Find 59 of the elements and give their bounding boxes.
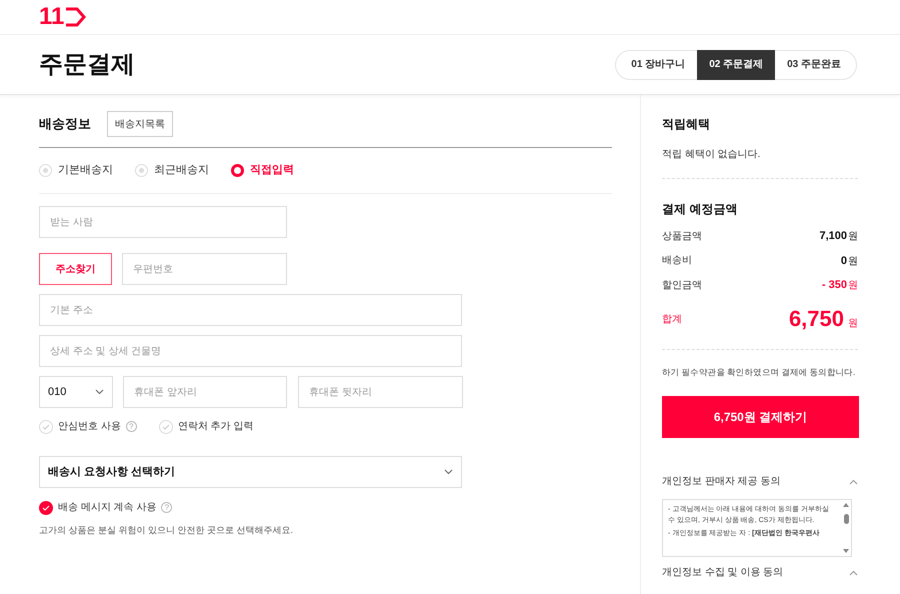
terms-title: 개인정보 판매자 제공 동의 [662, 475, 780, 490]
currency-unit: 원 [848, 279, 858, 293]
delivery-request-select[interactable]: 배송시 요청사항 선택하기 [39, 456, 462, 488]
check-icon [162, 424, 170, 430]
address-option[interactable]: 직접입력 [231, 162, 294, 179]
scrollbar[interactable] [843, 502, 849, 554]
check-icon [42, 504, 50, 510]
step-label: 01 장바구니 [630, 58, 686, 72]
benefit-text: 적립 혜택이 없습니다. [662, 147, 858, 179]
section-title: 결제 예정금액 [662, 201, 738, 218]
postcode-field[interactable]: 우편번호 [122, 253, 287, 285]
amount-label: 할인금액 [662, 278, 702, 293]
logo[interactable]: 11 [39, 5, 86, 29]
address-list-button[interactable]: 배송지목록 [107, 111, 173, 137]
amount-label: 상품금액 [662, 230, 702, 244]
amount-label: 배송비 [662, 254, 692, 268]
agreement-text: 하기 필수약관을 확인하였으며 결제에 동의합니다. [662, 366, 856, 378]
address-option[interactable]: 기본배송지 [39, 162, 113, 179]
total-label: 합계 [662, 312, 682, 326]
phone-back-field[interactable]: 휴대폰 뒷자리 [298, 376, 463, 408]
section-title: 적립혜택 [662, 116, 711, 133]
option-label: 안심번호 사용 [58, 420, 121, 434]
scroll-thumb[interactable] [844, 514, 848, 524]
currency-unit: 원 [848, 254, 858, 268]
step-label: 03 주문완료 [786, 58, 842, 72]
help-icon[interactable]: ? [126, 421, 137, 432]
phone-prefix-select[interactable]: 010 [39, 376, 113, 408]
chevron-down-icon [95, 389, 104, 395]
step-label: 02 주문결제 [697, 50, 776, 80]
section-title: 배송정보 [39, 115, 91, 134]
help-icon[interactable]: ? [161, 502, 172, 513]
address-detail-field[interactable]: 상세 주소 및 상세 건물명 [39, 335, 462, 367]
checkbox[interactable] [39, 420, 53, 434]
recipient-field[interactable]: 받는 사람 [39, 206, 287, 238]
option-label: 연락처 추가 입력 [178, 420, 254, 434]
chevron-down-icon [444, 469, 453, 475]
chevron-up-icon[interactable] [849, 570, 858, 576]
pay-button[interactable]: 6,750원 결제하기 [662, 396, 859, 438]
currency-unit: 원 [848, 230, 858, 244]
notice-text: 고가의 상품은 분실 위험이 있으니 안전한 곳으로 선택해주세요. [39, 524, 294, 537]
terms-title: 개인정보 수집 및 이용 동의 [662, 566, 784, 580]
radio-button[interactable] [231, 164, 244, 177]
address-field[interactable]: 기본 주소 [39, 294, 462, 326]
find-address-button[interactable]: 주소찾기 [39, 253, 112, 285]
total-value: 6,750 [788, 308, 844, 330]
amount-value: 0 [840, 254, 847, 268]
checkbox[interactable] [158, 420, 173, 434]
checkbox[interactable] [39, 500, 53, 514]
currency-unit: 원 [848, 316, 858, 330]
page-title: 주문결제 [39, 50, 135, 80]
address-option[interactable]: 최근배송지 [135, 162, 209, 179]
amount-value: 7,100 [819, 229, 847, 244]
scroll-down-icon[interactable] [843, 549, 849, 554]
amount-value: - 350 [822, 278, 847, 293]
phone-front-field[interactable]: 휴대폰 앞자리 [123, 376, 287, 408]
scroll-up-icon[interactable] [843, 502, 849, 508]
chevron-up-icon[interactable] [849, 478, 858, 485]
check-icon [42, 424, 50, 430]
option-label: 배송 메시지 계속 사용 [58, 501, 156, 515]
